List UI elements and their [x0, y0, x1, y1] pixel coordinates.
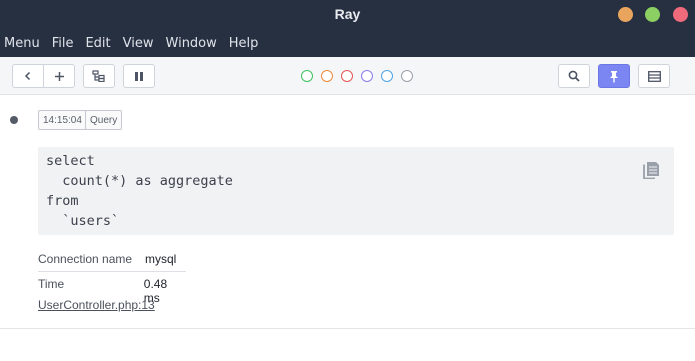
back-button[interactable] [12, 64, 44, 88]
copy-icon [643, 162, 659, 180]
entry-type-badge: Query [85, 110, 123, 130]
layout-icon [647, 70, 661, 82]
menu-bar: Menu File Edit View Window Help [0, 30, 695, 57]
new-screen-button[interactable] [43, 64, 75, 88]
maximize-button[interactable] [645, 7, 660, 22]
origin-link[interactable]: UserController.php:13 [38, 298, 155, 312]
menu-item-help[interactable]: Help [229, 36, 259, 51]
close-button[interactable] [673, 7, 688, 22]
connection-name-label: Connection name [38, 252, 133, 266]
plus-icon [54, 71, 64, 81]
menu-item-window[interactable]: Window [166, 36, 217, 51]
color-filter-blue[interactable] [381, 70, 393, 82]
timestamp-badge: 14:15:04 [38, 110, 87, 130]
color-filter-gray[interactable] [401, 70, 413, 82]
color-filter-orange[interactable] [321, 70, 333, 82]
menu-item-view[interactable]: View [123, 36, 154, 51]
connection-name-value: mysql [145, 252, 177, 266]
pin-icon [610, 70, 618, 82]
layout-button[interactable] [638, 64, 670, 88]
search-icon [568, 70, 580, 82]
color-filter-purple[interactable] [361, 70, 373, 82]
pause-icon [135, 71, 143, 81]
color-filter-red[interactable] [341, 70, 353, 82]
entry-color-dot [10, 116, 18, 124]
pin-button[interactable] [598, 64, 630, 88]
entry-divider [0, 328, 695, 329]
tree-view-button[interactable] [83, 64, 115, 88]
menu-item-menu[interactable]: Menu [4, 36, 40, 51]
copy-button[interactable] [642, 159, 660, 184]
tree-icon [92, 70, 105, 82]
window-title: Ray [334, 6, 361, 22]
pause-button[interactable] [123, 64, 155, 88]
menu-item-file[interactable]: File [52, 36, 74, 51]
title-bar: Ray [0, 0, 695, 30]
search-button[interactable] [558, 64, 590, 88]
menu-item-edit[interactable]: Edit [85, 36, 110, 51]
connection-name-row: Connection name mysql [38, 252, 186, 272]
color-filter-green[interactable] [301, 70, 313, 82]
query-text: select count(*) as aggregate from `users… [46, 153, 233, 229]
chevron-left-icon [24, 71, 31, 81]
color-filter-group [301, 70, 421, 82]
minimize-button[interactable] [618, 7, 633, 22]
query-code-block: select count(*) as aggregate from `users… [38, 147, 674, 235]
